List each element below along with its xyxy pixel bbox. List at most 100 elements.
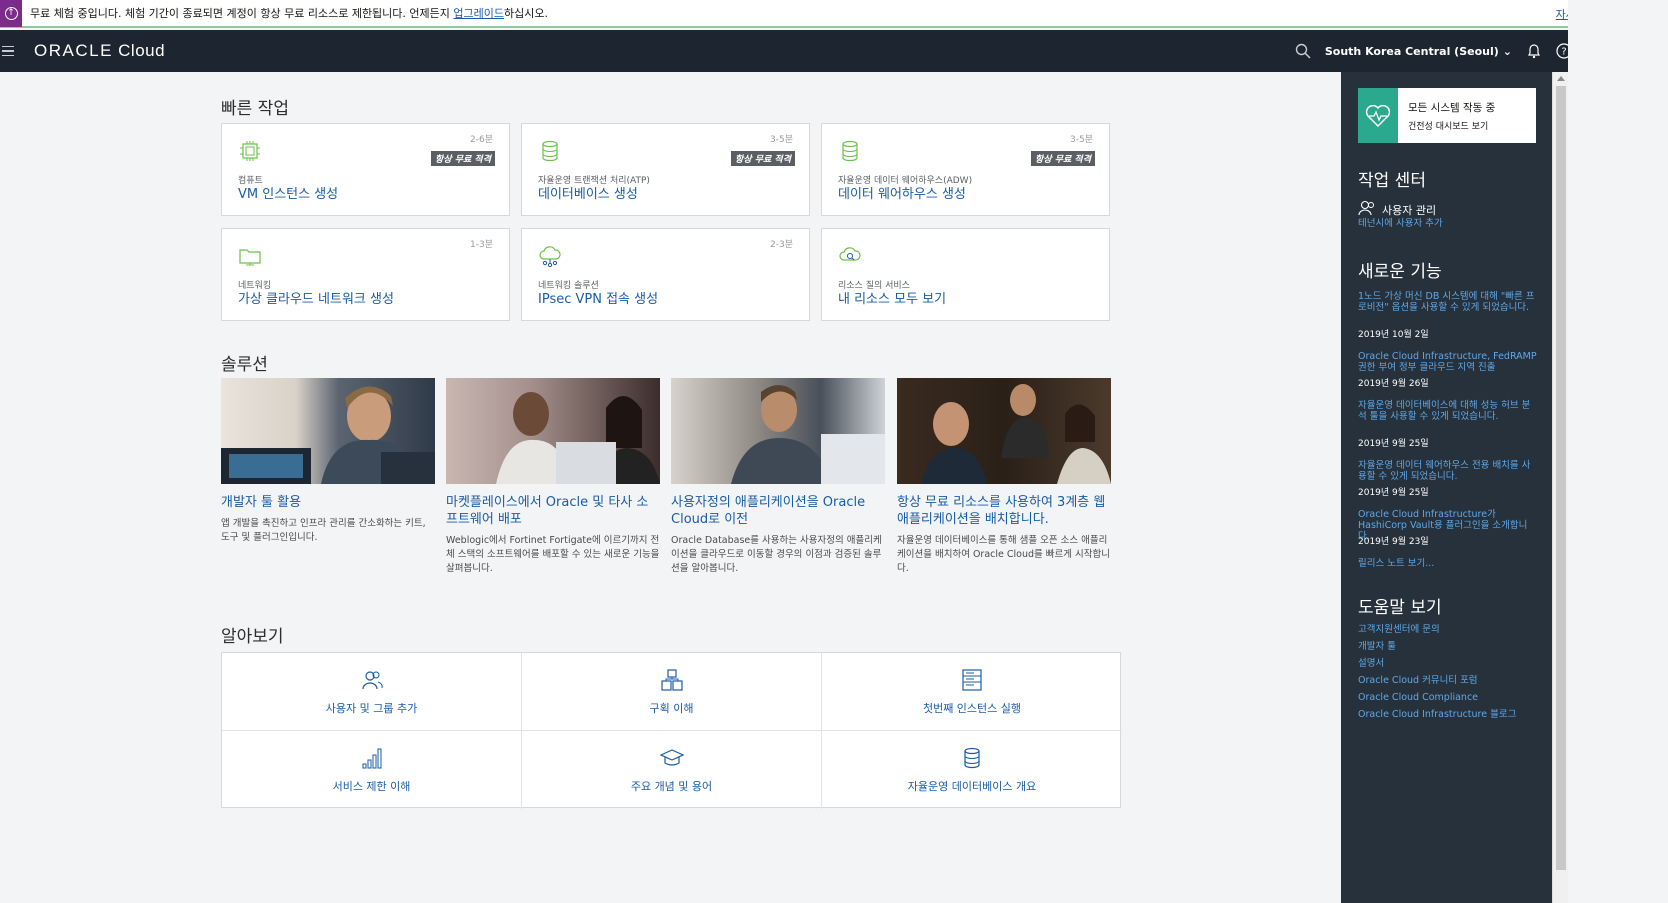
oracle-cloud-logo[interactable]: ORACLE Cloud xyxy=(34,41,165,61)
solution-title[interactable]: 항상 무료 리소스를 사용하여 3계층 웹 애플리케이션을 배치합니다. xyxy=(897,494,1111,528)
cloud-search-icon xyxy=(838,244,862,268)
network-folder-icon xyxy=(238,244,262,268)
help-heading: 도움말 보기 xyxy=(1358,598,1442,618)
learn-item-label: 구획 이해 xyxy=(649,701,694,715)
solution-card-migrate[interactable]: 사용자정의 애플리케이션을 Oracle Cloud로 이전 Oracle Da… xyxy=(671,378,885,576)
quick-card-resources[interactable]: 리소스 질의 서비스 내 리소스 모두 보기 xyxy=(821,228,1110,321)
meeting-photo xyxy=(446,378,660,484)
quick-card-vm[interactable]: 2-6분 항상 무료 적격 컴퓨트 VM 인스턴스 생성 xyxy=(221,123,510,216)
help-link-support[interactable]: 고객지원센터에 문의 xyxy=(1358,624,1538,635)
region-label: South Korea Central (Seoul) xyxy=(1324,44,1499,58)
news-link[interactable]: 자율운영 데이터 웨어하우스 전용 배치를 사용할 수 있게 되었습니다. xyxy=(1358,460,1538,482)
database-icon xyxy=(960,746,984,770)
user-management-item: 사용자 관리 xyxy=(1358,200,1436,220)
quick-card-vcn[interactable]: 1-3분 네트워킹 가상 클라우드 네트워크 생성 xyxy=(221,228,510,321)
help-link-blog[interactable]: Oracle Cloud Infrastructure 블로그 xyxy=(1358,709,1538,720)
learn-item-label: 첫번째 인스턴스 실행 xyxy=(922,701,1022,715)
heartbeat-icon xyxy=(1358,88,1398,143)
add-user-link[interactable]: 테넌시에 사용자 추가 xyxy=(1358,218,1538,229)
team-photo xyxy=(897,378,1111,484)
help-link-docs[interactable]: 설명서 xyxy=(1358,658,1538,669)
solution-card-dev-tools[interactable]: 개발자 툴 활용 앱 개발을 촉진하고 인프라 관리를 간소화하는 키트, 도구… xyxy=(221,378,435,545)
quick-card-vpn[interactable]: 2-3분 네트워킹 솔루션 IPsec VPN 접속 생성 xyxy=(521,228,810,321)
server-icon xyxy=(960,668,984,692)
search-icon[interactable] xyxy=(1295,43,1311,59)
laptop-photo xyxy=(671,378,885,484)
scroll-up-arrow-icon[interactable] xyxy=(1557,76,1565,81)
learn-item-first-instance[interactable]: 첫번째 인스턴스 실행 xyxy=(822,653,1122,731)
graduation-cap-icon xyxy=(659,746,684,770)
learn-item-label: 서비스 제한 이해 xyxy=(332,780,411,793)
page-scrollbar[interactable] xyxy=(1552,72,1568,903)
help-link-compliance[interactable]: Oracle Cloud Compliance xyxy=(1358,692,1538,703)
news-link[interactable]: 1노드 가상 머신 DB 시스템에 대해 "빠른 프로비전" 옵션을 사용할 수… xyxy=(1358,291,1538,313)
status-title: 모든 시스템 작동 중 xyxy=(1408,102,1496,114)
quick-actions-title: 빠른 작업 xyxy=(221,99,289,119)
user-icon xyxy=(1358,200,1376,220)
system-status-card[interactable]: 모든 시스템 작동 중 건전성 대시보드 보기 xyxy=(1358,88,1536,143)
time-estimate: 3-5분 xyxy=(770,135,793,145)
banner-text: 무료 체험 중입니다. 체험 기간이 종료되면 계정이 항상 무료 리소스로 제… xyxy=(30,5,548,21)
solution-description: 앱 개발을 촉진하고 인프라 관리를 간소화하는 키트, 도구 및 플러그인입니… xyxy=(221,518,426,543)
learn-title: 알아보기 xyxy=(221,627,284,647)
database-icon xyxy=(538,139,562,163)
quick-card-adw[interactable]: 3-5분 항상 무료 적격 자율운영 데이터 웨어하우스(ADW) 데이터 웨어… xyxy=(821,123,1110,216)
chevron-down-icon: ⌄ xyxy=(1502,44,1512,58)
learn-item-compartments[interactable]: 구획 이해 xyxy=(522,653,822,731)
always-free-badge: 항상 무료 적격 xyxy=(731,151,795,166)
solution-card-free-tier[interactable]: 항상 무료 리소스를 사용하여 3계층 웹 애플리케이션을 배치합니다. 자율운… xyxy=(897,378,1111,576)
news-date: 2019년 10월 2일 xyxy=(1358,330,1429,340)
user-management-label: 사용자 관리 xyxy=(1382,204,1437,217)
quick-card-atp[interactable]: 3-5분 항상 무료 적격 자율운영 트랜잭션 처리(ATP) 데이터베이스 생… xyxy=(521,123,810,216)
upgrade-link[interactable]: 업그레이드 xyxy=(453,7,504,20)
time-estimate: 2-6분 xyxy=(470,135,493,145)
solution-title[interactable]: 마켓플레이스에서 Oracle 및 타사 소프트웨어 배포 xyxy=(446,494,660,528)
learn-item-service-limits[interactable]: 서비스 제한 이해 xyxy=(222,731,522,809)
card-action-link[interactable]: 가상 클라우드 네트워크 생성 xyxy=(238,288,394,307)
solutions-title: 솔루션 xyxy=(221,355,268,375)
solution-description: Weblogic에서 Fortinet Fortigate에 이르기까지 전체 … xyxy=(446,535,660,574)
users-icon xyxy=(360,668,384,692)
whats-new-heading: 새로운 기능 xyxy=(1358,262,1442,282)
learn-item-add-users[interactable]: 사용자 및 그룹 추가 xyxy=(222,653,522,731)
learn-item-concepts[interactable]: 주요 개념 및 용어 xyxy=(522,731,822,809)
news-link[interactable]: 자율운영 데이터베이스에 대해 성능 허브 분석 툴을 사용할 수 있게 되었습… xyxy=(1358,400,1538,422)
bar-chart-icon xyxy=(360,746,384,770)
card-action-link[interactable]: 내 리소스 모두 보기 xyxy=(838,288,946,307)
help-link-dev-tools[interactable]: 개발자 툴 xyxy=(1358,641,1538,652)
solution-description: 자율운영 데이터베이스를 통해 샘플 오픈 소스 애플리케이션을 배치하여 Or… xyxy=(897,535,1110,574)
scroll-thumb[interactable] xyxy=(1556,86,1566,870)
upgrade-arrow-icon: ↑ xyxy=(0,0,22,27)
help-link-forum[interactable]: Oracle Cloud 커뮤니티 포럼 xyxy=(1358,675,1538,686)
banner-message: 무료 체험 중입니다. 체험 기간이 종료되면 계정이 항상 무료 리소스로 제… xyxy=(30,7,454,20)
compartment-icon xyxy=(660,668,684,692)
health-dashboard-link[interactable]: 건전성 대시보드 보기 xyxy=(1408,119,1495,132)
time-estimate: 3-5분 xyxy=(1070,135,1093,145)
trial-banner: ↑ 무료 체험 중입니다. 체험 기간이 종료되면 계정이 항상 무료 리소스로… xyxy=(0,0,1668,28)
bell-icon[interactable] xyxy=(1526,43,1542,59)
news-date: 2019년 9월 23일 xyxy=(1358,537,1429,547)
right-sidebar: 모든 시스템 작동 중 건전성 대시보드 보기 작업 센터 사용자 관리 테넌시… xyxy=(1341,72,1552,903)
solution-title[interactable]: 사용자정의 애플리케이션을 Oracle Cloud로 이전 xyxy=(671,494,885,528)
menu-icon[interactable] xyxy=(2,45,14,57)
card-action-link[interactable]: 데이터베이스 생성 xyxy=(538,183,638,202)
learn-item-label: 주요 개념 및 용어 xyxy=(630,780,713,793)
solution-title[interactable]: 개발자 툴 활용 xyxy=(221,494,435,511)
developer-photo xyxy=(221,378,435,484)
news-link[interactable]: Oracle Cloud Infrastructure, FedRAMP 권한 … xyxy=(1358,351,1538,373)
solution-card-marketplace[interactable]: 마켓플레이스에서 Oracle 및 타사 소프트웨어 배포 Weblogic에서… xyxy=(446,378,660,576)
chip-icon xyxy=(238,139,262,163)
card-action-link[interactable]: VM 인스턴스 생성 xyxy=(238,183,338,202)
logo-brand: ORACLE xyxy=(34,41,113,60)
release-notes-link[interactable]: 릴리스 노트 보기... xyxy=(1358,558,1538,569)
work-center-heading: 작업 센터 xyxy=(1358,171,1426,191)
logo-product: Cloud xyxy=(112,41,166,60)
news-date: 2019년 9월 25일 xyxy=(1358,488,1429,498)
learn-item-autonomous-db[interactable]: 자율운영 데이터베이스 개요 xyxy=(822,731,1122,809)
cloud-network-icon xyxy=(538,244,562,268)
always-free-badge: 항상 무료 적격 xyxy=(1031,151,1095,166)
card-action-link[interactable]: IPsec VPN 접속 생성 xyxy=(538,288,658,307)
card-action-link[interactable]: 데이터 웨어하우스 생성 xyxy=(838,183,966,202)
region-selector[interactable]: South Korea Central (Seoul) ⌄ xyxy=(1325,45,1512,58)
always-free-badge: 항상 무료 적격 xyxy=(431,151,495,166)
